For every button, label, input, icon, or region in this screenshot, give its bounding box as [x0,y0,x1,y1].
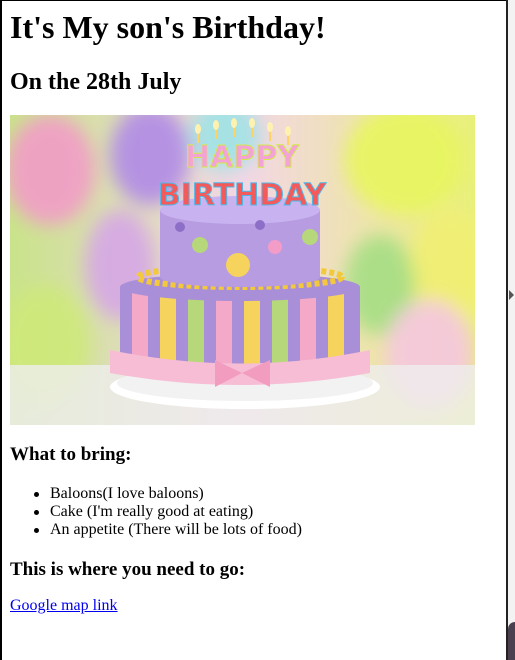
birthday-cake-image: HAPPY BIRTHDAY [10,115,475,425]
where-to-go-heading: This is where you need to go: [10,559,246,580]
page-title: It's My son's Birthday! [10,9,326,45]
what-to-bring-heading: What to bring: [10,444,132,465]
svg-text:BIRTHDAY: BIRTHDAY [158,178,328,213]
expand-arrow-icon[interactable] [509,290,514,300]
list-item: Baloons(I love baloons) [10,485,302,503]
side-corner [508,622,515,660]
svg-text:HAPPY: HAPPY [185,140,300,175]
birthday-cake-photo-icon: HAPPY BIRTHDAY [10,115,475,425]
google-map-link[interactable]: Google map link [10,597,118,615]
window-left-border [0,0,2,660]
list-item: Cake (I'm really good at eating) [10,503,302,521]
page-subtitle: On the 28th July [10,69,182,95]
side-panel [508,0,515,660]
window-top-border [0,0,507,1]
list-item: An appetite (There will be lots of food) [10,521,302,539]
bring-list: Baloons(I love baloons) Cake (I'm really… [10,485,302,539]
